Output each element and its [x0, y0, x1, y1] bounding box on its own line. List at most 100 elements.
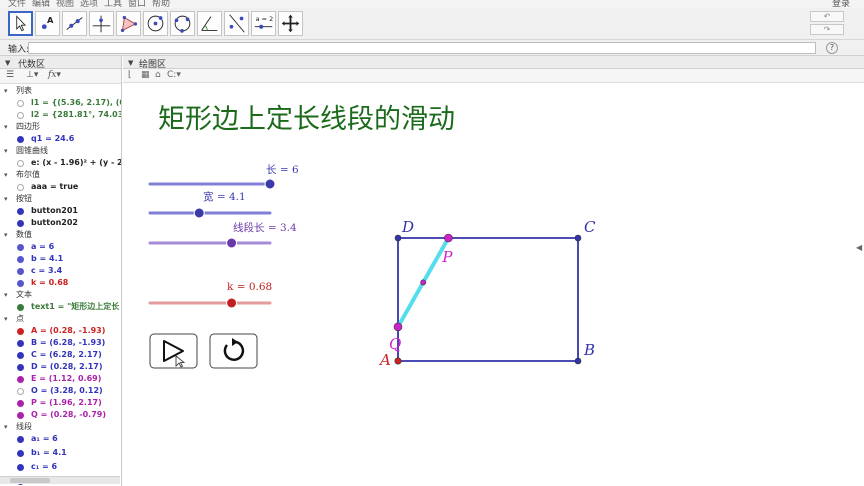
- algebra-item-text: a₁ = 6: [31, 434, 58, 443]
- redo-button[interactable]: ↷: [810, 24, 844, 35]
- algebra-group[interactable]: ▾ 按钮: [4, 193, 32, 205]
- visibility-dot-icon[interactable]: [17, 256, 24, 263]
- algebra-group[interactable]: ▾ 文本: [4, 289, 32, 301]
- tool-slider[interactable]: a = 2: [251, 11, 276, 36]
- visibility-dot-icon[interactable]: [17, 352, 24, 359]
- expand-arrow-icon[interactable]: ▾: [4, 229, 16, 241]
- tool-polygon[interactable]: [116, 11, 141, 36]
- slider-k[interactable]: k = 0.68: [148, 281, 272, 309]
- expand-arrow-icon[interactable]: ▾: [4, 85, 16, 97]
- point-capture-icon[interactable]: C:▾: [167, 70, 181, 80]
- slider-c[interactable]: 线段长 = 3.4: [148, 221, 297, 249]
- hidden-dot-icon[interactable]: [17, 388, 24, 395]
- input-field[interactable]: [28, 42, 816, 54]
- slider-k-knob[interactable]: [226, 297, 238, 309]
- tool-circle-center-point[interactable]: [143, 11, 168, 36]
- graphics-view[interactable]: 矩形边上定长线段的滑动 长 = 6 宽 = 4.1 线段长 = 3.4 k = 0.6…: [123, 84, 864, 486]
- slider-a[interactable]: 长 = 6: [148, 164, 299, 190]
- algebra-view-title-bar: ▼ 代数区: [0, 56, 121, 70]
- algebra-group-label: 数值: [16, 230, 32, 239]
- axes-toggle-icon[interactable]: ⌊: [128, 70, 132, 80]
- hidden-dot-icon[interactable]: [17, 112, 24, 119]
- point-E[interactable]: [420, 279, 427, 286]
- visibility-dot-icon[interactable]: [17, 450, 24, 457]
- hidden-dot-icon[interactable]: [17, 184, 24, 191]
- tool-move-graphics-view[interactable]: [278, 11, 303, 36]
- slider-a-knob[interactable]: [264, 178, 276, 190]
- menu-bar: 文件 编辑 视图 选项 工具 窗口 帮助: [0, 0, 864, 8]
- tool-circle-three-points[interactable]: [170, 11, 195, 36]
- expand-arrow-icon[interactable]: ▾: [4, 121, 16, 133]
- description-mode-icon[interactable]: fx▾: [48, 70, 61, 80]
- visibility-dot-icon[interactable]: [17, 244, 24, 251]
- move-arrow-icon: [16, 15, 27, 32]
- expand-arrow-icon[interactable]: ▾: [4, 313, 16, 325]
- tool-move-arrow[interactable]: [8, 11, 33, 36]
- algebra-horizontal-scrollbar[interactable]: [0, 476, 120, 484]
- algebra-group[interactable]: ▾ 四边形: [4, 121, 40, 133]
- circle-center-point-icon: [147, 15, 164, 32]
- visibility-dot-icon[interactable]: [17, 304, 24, 311]
- menu-item-5[interactable]: 窗口: [128, 0, 146, 8]
- tool-angle[interactable]: [197, 11, 222, 36]
- collapse-triangle-icon[interactable]: ▼: [5, 59, 10, 67]
- help-icon[interactable]: ?: [826, 42, 838, 54]
- login-link[interactable]: 登录: [832, 0, 850, 9]
- expand-arrow-icon[interactable]: ▾: [4, 145, 16, 157]
- grid-toggle-icon[interactable]: ▦: [141, 70, 150, 80]
- slider-b[interactable]: 宽 = 4.1: [148, 190, 272, 219]
- visibility-dot-icon[interactable]: [17, 340, 24, 347]
- algebra-item-text: q1 = 24.6: [31, 134, 75, 143]
- menu-item-1[interactable]: 编辑: [32, 0, 50, 8]
- slider-c-knob[interactable]: [226, 237, 238, 249]
- visibility-dot-icon[interactable]: [17, 376, 24, 383]
- visibility-dot-icon[interactable]: [17, 208, 24, 215]
- slider-b-label: 宽 = 4.1: [203, 190, 246, 203]
- menu-item-6[interactable]: 帮助: [152, 0, 170, 8]
- expand-arrow-icon[interactable]: ▾: [4, 169, 16, 181]
- algebra-group[interactable]: ▾ 布尔值: [4, 169, 40, 181]
- algebra-group-label: 文本: [16, 290, 32, 299]
- tool-point[interactable]: A: [35, 11, 60, 36]
- undo-button[interactable]: ↶: [810, 11, 844, 22]
- visibility-dot-icon[interactable]: [17, 280, 24, 287]
- visibility-dot-icon[interactable]: [17, 364, 24, 371]
- algebra-item-text: A = (0.28, -1.93): [31, 326, 106, 335]
- algebra-group[interactable]: ▾ 线段: [4, 421, 32, 433]
- expand-arrow-icon[interactable]: ▾: [4, 421, 16, 433]
- algebra-group-label: 四边形: [16, 122, 40, 131]
- visibility-dot-icon[interactable]: [17, 328, 24, 335]
- expand-arrow-icon[interactable]: ▾: [4, 193, 16, 205]
- menu-item-4[interactable]: 工具: [104, 0, 122, 8]
- visibility-dot-icon[interactable]: [17, 136, 24, 143]
- point-Q[interactable]: Q: [389, 322, 403, 353]
- visibility-dot-icon[interactable]: [17, 412, 24, 419]
- hidden-dot-icon[interactable]: [17, 160, 24, 167]
- visibility-dot-icon[interactable]: [17, 220, 24, 227]
- tool-perpendicular-line[interactable]: [89, 11, 114, 36]
- angle-icon: [201, 16, 218, 31]
- hidden-dot-icon[interactable]: [17, 100, 24, 107]
- menu-item-0[interactable]: 文件: [8, 0, 26, 8]
- algebra-group[interactable]: ▾ 点: [4, 313, 24, 325]
- collapse-triangle-icon[interactable]: ▼: [128, 59, 133, 67]
- auxiliary-objects-icon[interactable]: ⊥▾: [26, 70, 38, 80]
- tool-reflect[interactable]: [224, 11, 249, 36]
- home-view-icon[interactable]: ⌂: [155, 70, 161, 80]
- algebra-group[interactable]: ▾ 数值: [4, 229, 32, 241]
- visibility-dot-icon[interactable]: [17, 436, 24, 443]
- visibility-dot-icon[interactable]: [17, 464, 24, 471]
- menu-item-2[interactable]: 视图: [56, 0, 74, 8]
- visibility-dot-icon[interactable]: [17, 268, 24, 275]
- algebra-group[interactable]: ▾ 列表: [4, 85, 32, 97]
- expand-arrow-icon[interactable]: ▾: [4, 289, 16, 301]
- sort-icon[interactable]: ☰: [6, 70, 14, 80]
- visibility-dot-icon[interactable]: [17, 400, 24, 407]
- tool-line[interactable]: [62, 11, 87, 36]
- algebra-group[interactable]: ▾ 圆锥曲线: [4, 145, 48, 157]
- menu-item-3[interactable]: 选项: [80, 0, 98, 8]
- reset-button[interactable]: [209, 333, 258, 369]
- point-C[interactable]: C: [574, 218, 596, 242]
- slider-b-knob[interactable]: [193, 207, 205, 219]
- play-button[interactable]: [149, 333, 198, 369]
